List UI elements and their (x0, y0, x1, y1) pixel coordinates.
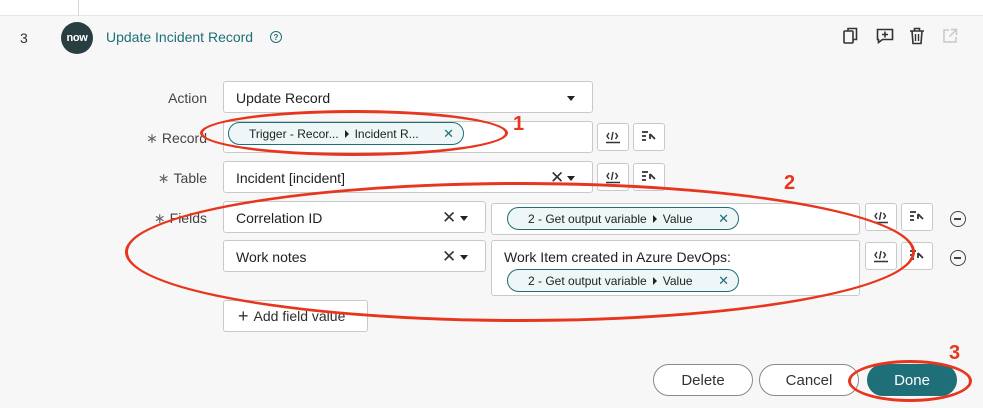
top-strip (0, 0, 983, 16)
cancel-button[interactable]: Cancel (759, 364, 859, 396)
servicenow-logo: now (61, 22, 93, 54)
script-icon (606, 171, 620, 184)
table-value: Incident [incident] (236, 170, 345, 186)
comment-add-icon[interactable] (875, 26, 895, 46)
trash-icon[interactable] (907, 26, 927, 46)
data-pill-picker-button[interactable] (901, 203, 933, 231)
table-label: ∗ Table (157, 170, 207, 186)
record-label: ∗ Record (146, 130, 207, 146)
remove-field-icon[interactable] (950, 250, 966, 266)
step-title[interactable]: Update Incident Record (106, 29, 253, 45)
data-pill-picker-icon (910, 211, 924, 221)
copy-icon[interactable] (841, 26, 861, 46)
data-pill-picker-icon (642, 171, 656, 181)
action-label: Action (168, 90, 207, 106)
chevron-down-icon (567, 96, 575, 101)
step-number: 3 (20, 30, 28, 46)
annotation-ellipse-2 (125, 182, 915, 322)
flow-connector-line (78, 0, 79, 16)
annotation-number-3: 3 (949, 342, 961, 364)
annotation-ellipse-1 (200, 110, 508, 156)
data-pill-picker-button[interactable] (633, 123, 665, 151)
plus-icon: + (238, 305, 249, 326)
annotation-number-2: 2 (784, 172, 796, 194)
chevron-down-icon (567, 176, 575, 181)
annotation-number-1: 1 (513, 113, 525, 135)
script-icon (606, 131, 620, 144)
help-icon[interactable]: ? (270, 31, 282, 43)
action-select[interactable]: Update Record (223, 81, 593, 113)
open-external-icon (940, 26, 960, 46)
delete-button[interactable]: Delete (653, 364, 753, 396)
annotation-ellipse-3 (848, 360, 972, 402)
data-pill-picker-icon (642, 131, 656, 141)
action-value: Update Record (236, 90, 331, 106)
script-toggle-button[interactable] (597, 123, 629, 151)
remove-field-icon[interactable] (950, 211, 966, 227)
